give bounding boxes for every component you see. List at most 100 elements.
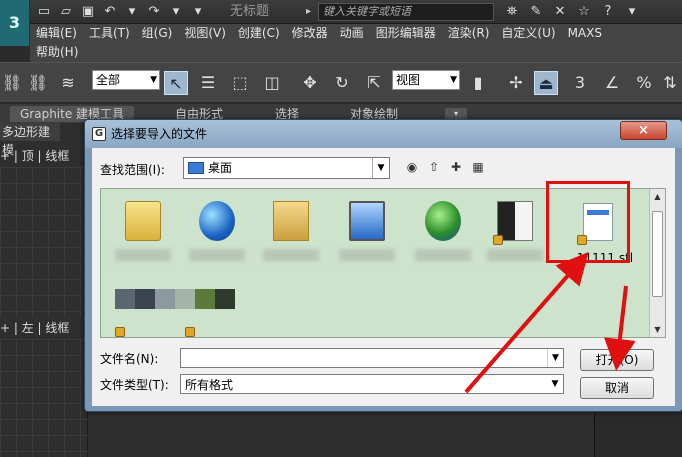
open-button[interactable]: 打开(O) [580, 349, 654, 371]
thumbnail-swatch [135, 289, 155, 309]
list-item[interactable] [187, 195, 247, 265]
snaps-toggle-icon[interactable]: 3 [568, 71, 592, 95]
select-manipulate-icon[interactable]: ✢ [504, 71, 528, 95]
folder-up-icon[interactable]: ⇧ [426, 159, 442, 175]
scroll-down-icon[interactable]: ▼ [650, 322, 665, 337]
chevron-down-icon: ▼ [150, 75, 157, 85]
folder-icon [125, 201, 161, 241]
menu-tools[interactable]: 工具(T) [83, 24, 136, 42]
menu-modifiers[interactable]: 修改器 [286, 24, 334, 42]
scrollbar-thumb[interactable] [652, 211, 663, 297]
redo-icon[interactable]: ↷ [146, 4, 162, 20]
view-menu-icon[interactable]: ▦ [470, 159, 486, 175]
new-file-icon[interactable]: ▭ [36, 4, 52, 20]
cancel-button[interactable]: 取消 [580, 377, 654, 399]
back-icon[interactable]: ◉ [404, 159, 420, 175]
scroll-up-icon[interactable]: ▲ [650, 189, 665, 204]
move-icon[interactable]: ✥ [298, 71, 322, 95]
menu-create[interactable]: 创建(C) [232, 24, 286, 42]
help-icon[interactable]: ? [599, 3, 617, 21]
viewport-left[interactable] [0, 339, 88, 457]
chevron-down-icon[interactable]: ▼ [547, 349, 563, 367]
new-folder-icon[interactable]: ✚ [448, 159, 464, 175]
help-dropdown-icon[interactable]: ▾ [623, 3, 641, 21]
select-by-name-icon[interactable]: ☰ [196, 71, 220, 95]
menu-rendering[interactable]: 渲染(R) [442, 24, 496, 42]
command-panel-bottom [594, 410, 682, 457]
window-crossing-icon[interactable]: ◫ [260, 71, 284, 95]
dialog-title: 选择要导入的文件 [111, 127, 208, 141]
polygon-modeling-tab[interactable]: 多边形建模 [0, 123, 60, 157]
pivot-center-icon[interactable]: ▮ [466, 71, 490, 95]
file-list-scrollbar[interactable]: ▲ ▼ [649, 189, 665, 337]
look-in-label: 查找范围(I): [100, 163, 165, 177]
look-in-select[interactable]: 桌面 ▼ [183, 157, 390, 179]
list-item[interactable] [413, 195, 473, 265]
unlink-icon[interactable]: ⛓ [26, 71, 50, 95]
percent-snap-icon[interactable]: % [632, 71, 656, 95]
selection-filter-select[interactable]: 全部 ▼ [92, 70, 160, 90]
tools-icon[interactable]: ✎ [527, 3, 545, 21]
menu-group[interactable]: 组(G) [136, 24, 179, 42]
bind-space-warp-icon[interactable]: ≋ [56, 71, 80, 95]
thumbnail-swatch [155, 289, 175, 309]
close-button[interactable]: × [620, 121, 667, 140]
communication-icon[interactable]: ✕ [551, 3, 569, 21]
spinner-snap-icon[interactable]: ⇅ [658, 71, 682, 95]
menu-customize[interactable]: 自定义(U) [495, 24, 561, 42]
rectangular-selection-icon[interactable]: ⬚ [228, 71, 252, 95]
snap-label: 3 [574, 73, 586, 92]
app-logo[interactable]: 3 [0, 0, 30, 46]
menu-graph-editors[interactable]: 图形编辑器 [370, 24, 442, 42]
keyboard-shortcut-override-icon[interactable]: ⏏ [534, 71, 558, 95]
ref-coord-value: 视图 [396, 73, 421, 87]
undo-dropdown-icon[interactable]: ▾ [124, 4, 140, 20]
viewport-left-label[interactable]: + | 左 | 线框 [0, 319, 69, 337]
list-item[interactable] [337, 195, 397, 265]
blurred-label [415, 249, 471, 261]
lock-icon [493, 235, 503, 245]
title-bar: ▭ ▱ ▣ ↶ ▾ ↷ ▾ ▾ 无标题 ▸ 键入关键字或短语 ⛯ ✎ ✕ ☆ ?… [0, 0, 682, 24]
menu-bar: 编辑(E) 工具(T) 组(G) 视图(V) 创建(C) 修改器 动画 图形编辑… [30, 24, 682, 62]
save-icon[interactable]: ▣ [80, 4, 96, 20]
file-type-select[interactable]: 所有格式 ▼ [180, 374, 564, 394]
chevron-down-icon[interactable]: ▼ [372, 158, 389, 178]
file-name-input[interactable]: ▼ [180, 348, 564, 368]
left-panel: 多边形建模 + | 顶 | 线框 + | 左 | 线框 [0, 123, 88, 457]
thumbnail-row [115, 289, 235, 309]
look-in-value: 桌面 [208, 161, 233, 175]
reference-coordinate-select[interactable]: 视图 ▼ [392, 70, 460, 90]
selection-filter-value: 全部 [96, 73, 121, 87]
undo-icon[interactable]: ↶ [102, 4, 118, 20]
select-link-icon[interactable]: ⛓ [0, 71, 24, 95]
list-item[interactable] [485, 195, 545, 265]
blurred-label [339, 249, 395, 261]
list-item[interactable] [113, 195, 173, 265]
menu-help[interactable]: 帮助(H) [30, 43, 84, 61]
viewport-bottom[interactable] [88, 410, 594, 457]
help-search-input[interactable]: 键入关键字或短语 [318, 3, 494, 21]
search-arrow-icon[interactable]: ▸ [306, 4, 316, 20]
thumbnail-swatch [215, 289, 235, 309]
redo-dropdown-icon[interactable]: ▾ [168, 4, 184, 20]
chevron-down-icon[interactable]: ▼ [547, 375, 563, 393]
lock-icon [185, 327, 195, 337]
rotate-icon[interactable]: ↻ [330, 71, 354, 95]
binoculars-icon[interactable]: ⛯ [503, 3, 521, 21]
menu-views[interactable]: 视图(V) [178, 24, 232, 42]
menu-maxscript[interactable]: MAXS [562, 24, 608, 42]
scale-icon[interactable]: ⇱ [362, 71, 386, 95]
blurred-label [115, 249, 171, 261]
user-folder-icon [273, 201, 309, 241]
list-item[interactable] [261, 195, 321, 265]
favorites-star-icon[interactable]: ☆ [575, 3, 593, 21]
menu-edit[interactable]: 编辑(E) [30, 24, 83, 42]
open-file-icon[interactable]: ▱ [58, 4, 74, 20]
select-object-icon[interactable]: ↖ [164, 71, 188, 95]
thumbnail-swatch [195, 289, 215, 309]
menu-animation[interactable]: 动画 [334, 24, 370, 42]
angle-snap-icon[interactable]: ∠ [600, 71, 624, 95]
viewport-top-label[interactable]: + | 顶 | 线框 [0, 147, 69, 165]
viewport-top[interactable] [0, 167, 88, 317]
customize-dropdown-icon[interactable]: ▾ [190, 4, 206, 20]
